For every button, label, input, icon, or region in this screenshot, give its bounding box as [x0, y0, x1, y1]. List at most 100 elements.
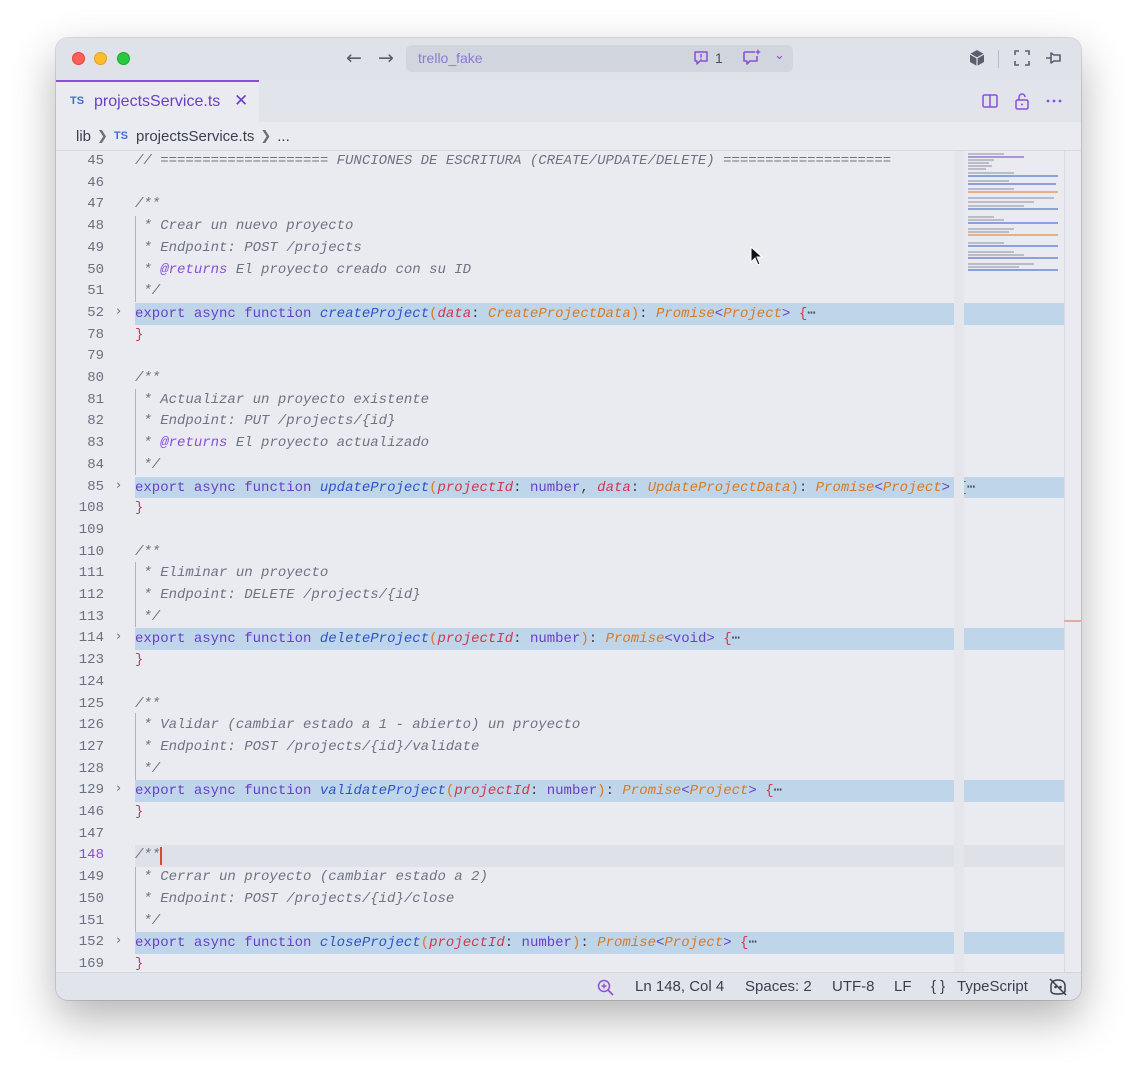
notifications-badge[interactable]: 1	[692, 49, 723, 67]
copilot-chat-icon[interactable]	[741, 48, 763, 68]
pin-icon[interactable]	[1044, 49, 1064, 67]
chevron-down-icon[interactable]: ⌄	[774, 48, 785, 63]
code-line[interactable]: 80 /**	[56, 368, 1064, 390]
copilot-disabled-icon[interactable]	[1048, 978, 1068, 996]
code-line[interactable]: 124	[56, 672, 1064, 694]
line-number: 85	[87, 478, 104, 495]
ellipsis-icon[interactable]: ⋯	[732, 631, 740, 647]
code-text: /**	[135, 847, 161, 864]
code-line[interactable]: 79	[56, 346, 1064, 368]
tok: number	[529, 631, 581, 648]
tok: number	[529, 479, 581, 496]
line-number: 82	[87, 413, 104, 430]
code-line[interactable]: 150 * Endpoint: POST /projects/{id}/clos…	[56, 889, 1064, 911]
code-text: */	[135, 283, 161, 300]
code-line[interactable]: 146 }	[56, 802, 1064, 824]
code-line[interactable]: 125 /**	[56, 694, 1064, 716]
code-line[interactable]: 81 * Actualizar un proyecto existente	[56, 390, 1064, 412]
tok: updateProject	[319, 479, 430, 496]
vertical-scrollbar[interactable]	[1064, 151, 1081, 972]
command-center[interactable]: trello_fake 1 ⌄	[406, 45, 793, 72]
back-arrow-icon[interactable]: ←	[346, 47, 362, 69]
code-line[interactable]: 84 */	[56, 455, 1064, 477]
code-line[interactable]: 108 }	[56, 498, 1064, 520]
cube-icon[interactable]	[968, 49, 986, 67]
tok: async	[193, 631, 236, 648]
fold-expand-icon[interactable]: ›	[116, 781, 121, 796]
code-line[interactable]: 51 */	[56, 281, 1064, 303]
code-line[interactable]: 111 * Eliminar un proyecto	[56, 563, 1064, 585]
code-line[interactable]: 45 // ==================== FUNCIONES DE …	[56, 151, 1064, 173]
fullscreen-icon[interactable]	[1013, 49, 1031, 67]
code-line[interactable]: 149 * Cerrar un proyecto (cambiar estado…	[56, 867, 1064, 889]
fold-expand-icon[interactable]: ›	[116, 629, 121, 644]
code-line[interactable]: 128 */	[56, 759, 1064, 781]
tok: {	[765, 783, 774, 800]
line-number: 123	[78, 652, 104, 669]
minimap[interactable]	[964, 151, 1064, 972]
chat-feedback-icon	[694, 51, 708, 65]
ellipsis-icon[interactable]: ⋯	[748, 935, 756, 951]
zoom-icon[interactable]	[597, 979, 614, 996]
line-number: 84	[87, 456, 104, 473]
code-line[interactable]: 112 * Endpoint: DELETE /projects/{id}	[56, 585, 1064, 607]
code-line[interactable]: 46	[56, 173, 1064, 195]
unlock-icon[interactable]	[1013, 92, 1031, 110]
tab-projects-service[interactable]: TS projectsService.ts ✕	[56, 80, 259, 122]
tok: deleteProject	[319, 631, 430, 648]
breadcrumb-file[interactable]: projectsService.ts	[136, 128, 254, 145]
folded-code-line[interactable]: 114 › export async function deleteProjec…	[56, 628, 1064, 651]
code-line[interactable]: 83 * @returns El proyecto actualizado	[56, 433, 1064, 455]
code-line[interactable]: 78 }	[56, 325, 1064, 347]
fold-expand-icon[interactable]: ›	[116, 304, 121, 319]
code-line[interactable]: 147	[56, 824, 1064, 846]
code-line[interactable]: 48 * Crear un nuevo proyecto	[56, 216, 1064, 238]
tok: projectId	[429, 935, 505, 952]
more-actions-icon[interactable]	[1045, 92, 1063, 110]
folded-code-line[interactable]: 152 › export async function closeProject…	[56, 932, 1064, 954]
ellipsis-icon[interactable]: ⋯	[774, 783, 782, 799]
current-code-line[interactable]: 148 /**	[56, 845, 1064, 868]
tab-close-icon[interactable]: ✕	[234, 91, 248, 111]
folded-code-line[interactable]: 52 › export async function createProject…	[56, 302, 1064, 325]
tok: Promise	[622, 783, 682, 800]
line-number: 51	[87, 283, 104, 300]
code-line[interactable]: 82 * Endpoint: PUT /projects/{id}	[56, 411, 1064, 433]
code-line[interactable]: 47 /**	[56, 194, 1064, 216]
tok: function	[244, 631, 312, 648]
language-mode[interactable]: TypeScript	[957, 978, 1028, 995]
breadcrumb-folder[interactable]: lib	[76, 128, 91, 145]
code-line[interactable]: 126 * Validar (cambiar estado a 1 - abie…	[56, 715, 1064, 737]
code-line[interactable]: 123 }	[56, 650, 1064, 672]
split-editor-icon[interactable]	[981, 92, 999, 110]
code-line[interactable]: 50 * @returns El proyecto creado con su …	[56, 260, 1064, 282]
code-text: */	[135, 456, 161, 473]
fold-expand-icon[interactable]: ›	[116, 933, 121, 948]
titlebar-separator	[998, 50, 999, 68]
editor-window: ← → trello_fake 1 ⌄ TS projectsService.t…	[56, 38, 1081, 1000]
close-window-button[interactable]	[72, 52, 85, 65]
code-text: }	[135, 804, 144, 820]
ellipsis-icon[interactable]: ⋯	[807, 306, 815, 322]
maximize-window-button[interactable]	[117, 52, 130, 65]
code-line[interactable]: 109	[56, 520, 1064, 542]
code-line[interactable]: 151 */	[56, 911, 1064, 933]
encoding-setting[interactable]: UTF-8	[832, 978, 875, 995]
breadcrumb-more[interactable]: ...	[277, 128, 290, 145]
fold-expand-icon[interactable]: ›	[116, 478, 121, 493]
eol-setting[interactable]: LF	[894, 978, 912, 995]
forward-arrow-icon[interactable]: →	[378, 47, 394, 69]
indentation-setting[interactable]: Spaces: 2	[745, 978, 812, 995]
folded-code-line[interactable]: 85 › export async function updateProject…	[56, 476, 1064, 499]
folded-code-line[interactable]: 129 › export async function validateProj…	[56, 780, 1064, 802]
cursor-position[interactable]: Ln 148, Col 4	[635, 978, 724, 995]
code-line[interactable]: 127 * Endpoint: POST /projects/{id}/vali…	[56, 737, 1064, 759]
code-line[interactable]: 169 }	[56, 954, 1064, 972]
minimap-slider[interactable]	[954, 151, 964, 972]
code-editor[interactable]: 45 // ==================== FUNCIONES DE …	[56, 150, 1081, 972]
code-line[interactable]: 110 /**	[56, 542, 1064, 564]
minimize-window-button[interactable]	[94, 52, 107, 65]
line-number: 83	[87, 435, 104, 452]
code-line[interactable]: 49 * Endpoint: POST /projects	[56, 238, 1064, 260]
code-line[interactable]: 113 */	[56, 607, 1064, 629]
